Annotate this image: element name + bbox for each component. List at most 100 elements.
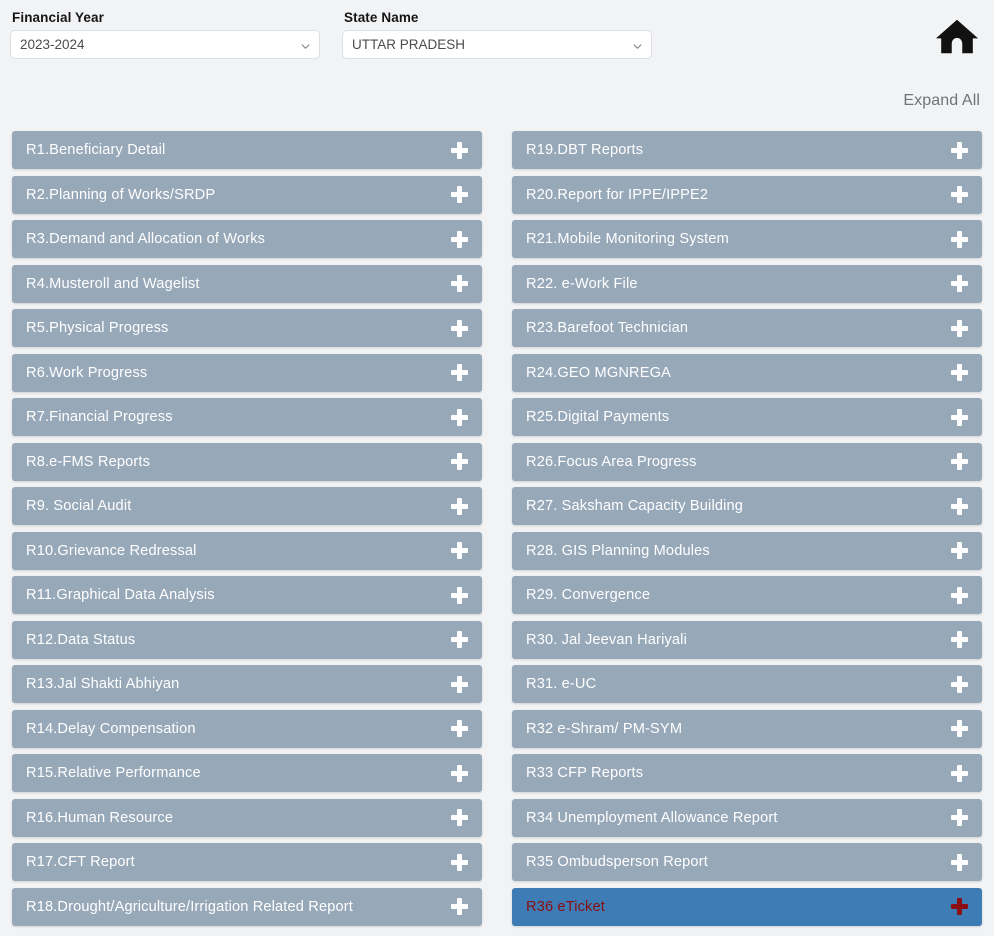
plus-icon[interactable] xyxy=(951,364,968,381)
report-row[interactable]: R16.Human Resource xyxy=(12,798,482,837)
report-row[interactable]: R28. GIS Planning Modules xyxy=(512,531,982,570)
report-row[interactable]: R10.Grievance Redressal xyxy=(12,531,482,570)
report-row[interactable]: R24.GEO MGNREGA xyxy=(512,353,982,392)
report-row[interactable]: R27. Saksham Capacity Building xyxy=(512,487,982,525)
plus-icon[interactable] xyxy=(951,453,968,470)
plus-icon[interactable] xyxy=(451,720,468,737)
plus-icon[interactable] xyxy=(951,853,968,871)
plus-icon[interactable] xyxy=(451,764,468,782)
report-row[interactable]: R35 Ombudsperson Report xyxy=(512,843,982,881)
plus-icon[interactable] xyxy=(951,497,968,515)
report-row[interactable]: R13.Jal Shakti Abhiyan xyxy=(12,665,482,703)
report-row[interactable]: R5.Physical Progress xyxy=(12,309,482,347)
report-row[interactable]: R11.Graphical Data Analysis xyxy=(12,576,482,614)
report-row[interactable]: R2.Planning of Works/SRDP xyxy=(12,175,482,214)
report-row[interactable]: R7.Financial Progress xyxy=(12,398,482,436)
report-row-label: R2.Planning of Works/SRDP xyxy=(26,186,216,203)
report-row[interactable]: R22. e-Work File xyxy=(512,264,982,303)
financial-year-select[interactable]: 2023-2024 xyxy=(10,30,320,59)
state-name-select-wrapper[interactable]: UTTAR PRADESH xyxy=(342,30,652,59)
plus-icon[interactable] xyxy=(951,764,968,782)
report-row-label: R12.Data Status xyxy=(26,631,136,648)
state-name-filter: State Name UTTAR PRADESH xyxy=(342,10,652,59)
financial-year-filter: Financial Year 2023-2024 xyxy=(10,10,320,59)
report-row-label: R3.Demand and Allocation of Works xyxy=(26,231,266,247)
report-row-label: R4.Musteroll and Wagelist xyxy=(26,275,200,292)
report-row[interactable]: R29. Convergence xyxy=(512,576,982,614)
report-row[interactable]: R25.Digital Payments xyxy=(512,398,982,436)
report-row[interactable]: R20.Report for IPPE/IPPE2 xyxy=(512,175,982,214)
report-row[interactable]: R19.DBT Reports xyxy=(512,131,982,169)
report-row[interactable]: R6.Work Progress xyxy=(12,353,482,392)
plus-icon[interactable] xyxy=(451,898,468,915)
report-row[interactable]: R17.CFT Report xyxy=(12,843,482,881)
plus-icon[interactable] xyxy=(951,586,968,604)
report-row[interactable]: R23.Barefoot Technician xyxy=(512,309,982,347)
report-row-label: R15.Relative Performance xyxy=(26,765,201,781)
report-row-label: R18.Drought/Agriculture/Irrigation Relat… xyxy=(26,898,353,915)
report-row-label: R32 e-Shram/ PM-SYM xyxy=(526,720,683,737)
report-row[interactable]: R14.Delay Compensation xyxy=(12,709,482,748)
plus-icon[interactable] xyxy=(451,542,468,559)
plus-icon[interactable] xyxy=(951,275,968,292)
plus-icon[interactable] xyxy=(951,720,968,737)
report-row[interactable]: R26.Focus Area Progress xyxy=(512,442,982,481)
report-column-right: R19.DBT Reports R20.Report for IPPE/IPPE2… xyxy=(512,131,982,932)
plus-icon[interactable] xyxy=(951,631,968,648)
plus-icon[interactable] xyxy=(951,186,968,203)
report-row[interactable]: R15.Relative Performance xyxy=(12,754,482,792)
plus-icon[interactable] xyxy=(451,453,468,470)
financial-year-select-wrapper[interactable]: 2023-2024 xyxy=(10,30,320,59)
report-row-label: R35 Ombudsperson Report xyxy=(526,854,708,870)
plus-icon[interactable] xyxy=(951,898,968,915)
plus-icon[interactable] xyxy=(951,408,968,426)
report-row[interactable]: R9. Social Audit xyxy=(12,487,482,525)
report-row-label: R26.Focus Area Progress xyxy=(526,453,697,470)
report-columns: R1.Beneficiary Detail R2.Planning of Work… xyxy=(0,131,994,932)
plus-icon[interactable] xyxy=(451,364,468,381)
plus-icon[interactable] xyxy=(951,542,968,559)
plus-icon[interactable] xyxy=(451,186,468,203)
plus-icon[interactable] xyxy=(951,809,968,826)
plus-icon[interactable] xyxy=(451,586,468,604)
report-row[interactable]: R1.Beneficiary Detail xyxy=(12,131,482,169)
report-row-label: R16.Human Resource xyxy=(26,809,174,826)
plus-icon[interactable] xyxy=(451,675,468,693)
plus-icon[interactable] xyxy=(451,631,468,648)
expand-all-button[interactable]: Expand All xyxy=(903,92,980,110)
report-row[interactable]: R36 eTicket xyxy=(512,887,982,926)
report-row[interactable]: R30. Jal Jeevan Hariyali xyxy=(512,620,982,659)
report-row[interactable]: R3.Demand and Allocation of Works xyxy=(12,220,482,258)
report-row[interactable]: R18.Drought/Agriculture/Irrigation Relat… xyxy=(12,887,482,926)
plus-icon[interactable] xyxy=(451,141,468,159)
report-row-label: R9. Social Audit xyxy=(26,498,132,514)
plus-icon[interactable] xyxy=(451,275,468,292)
plus-icon[interactable] xyxy=(451,809,468,826)
plus-icon[interactable] xyxy=(951,675,968,693)
plus-icon[interactable] xyxy=(451,408,468,426)
plus-icon[interactable] xyxy=(451,230,468,248)
report-row-label: R23.Barefoot Technician xyxy=(526,320,689,336)
plus-icon[interactable] xyxy=(451,497,468,515)
report-row[interactable]: R33 CFP Reports xyxy=(512,754,982,792)
plus-icon[interactable] xyxy=(951,230,968,248)
plus-icon[interactable] xyxy=(951,319,968,337)
report-row[interactable]: R21.Mobile Monitoring System xyxy=(512,220,982,258)
plus-icon[interactable] xyxy=(951,141,968,159)
report-row[interactable]: R34 Unemployment Allowance Report xyxy=(512,798,982,837)
report-row[interactable]: R31. e-UC xyxy=(512,665,982,703)
report-row[interactable]: R8.e-FMS Reports xyxy=(12,442,482,481)
report-row-label: R27. Saksham Capacity Building xyxy=(526,498,744,514)
home-icon[interactable] xyxy=(934,14,980,58)
financial-year-label: Financial Year xyxy=(12,10,104,25)
report-row-label: R14.Delay Compensation xyxy=(26,720,196,737)
report-row[interactable]: R12.Data Status xyxy=(12,620,482,659)
plus-icon[interactable] xyxy=(451,853,468,871)
report-row-label: R8.e-FMS Reports xyxy=(26,453,151,470)
report-row[interactable]: R4.Musteroll and Wagelist xyxy=(12,264,482,303)
report-row-label: R5.Physical Progress xyxy=(26,320,169,336)
state-name-select[interactable]: UTTAR PRADESH xyxy=(342,30,652,59)
report-row[interactable]: R32 e-Shram/ PM-SYM xyxy=(512,709,982,748)
report-row-label: R33 CFP Reports xyxy=(526,765,644,781)
plus-icon[interactable] xyxy=(451,319,468,337)
